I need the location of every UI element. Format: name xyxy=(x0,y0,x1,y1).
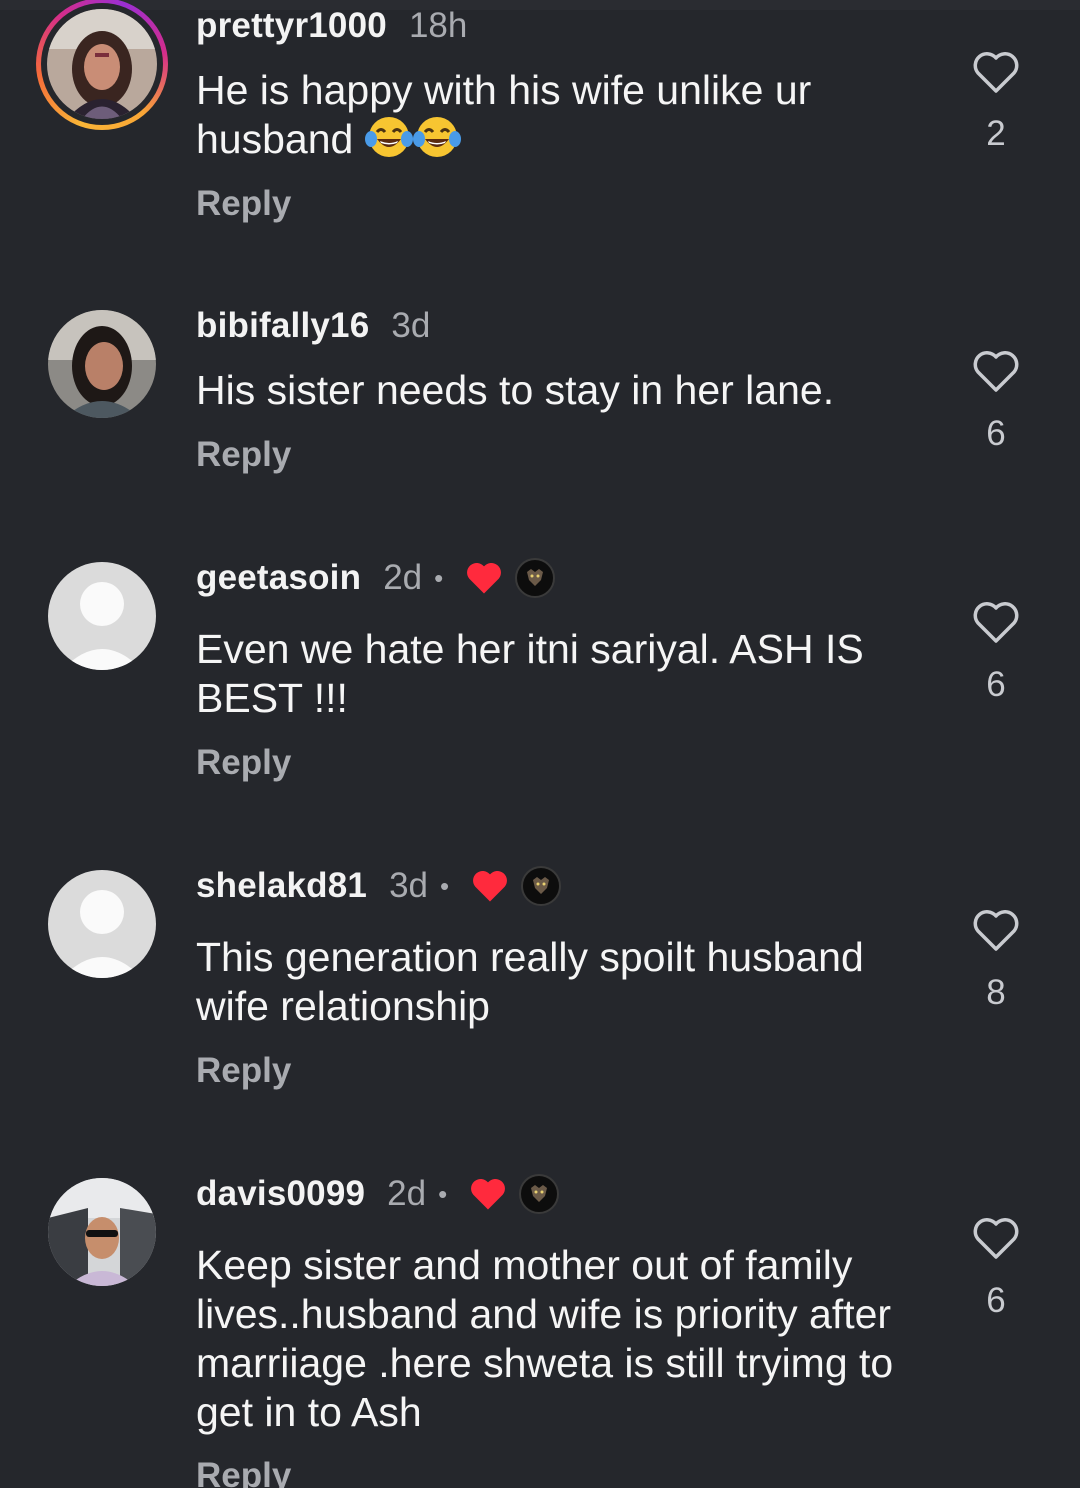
comment-meta: prettyr1000 18h xyxy=(196,4,467,48)
comment-meta: shelakd81 3d • xyxy=(196,864,562,908)
reply-button[interactable]: Reply xyxy=(196,1051,291,1091)
creator-liked-heart-icon xyxy=(471,1178,506,1210)
like-count: 8 xyxy=(986,973,1006,1012)
emoji-group xyxy=(364,116,461,162)
like-count: 6 xyxy=(986,1281,1006,1320)
username[interactable]: davis0099 xyxy=(196,1174,365,1214)
default-avatar-icon[interactable] xyxy=(48,870,156,978)
comment-text: Keep sister and mother out of family liv… xyxy=(196,1242,894,1435)
default-avatar-icon[interactable] xyxy=(48,562,156,670)
username[interactable]: shelakd81 xyxy=(196,866,367,906)
reply-button[interactable]: Reply xyxy=(196,435,291,475)
username[interactable]: prettyr1000 xyxy=(196,6,387,46)
like-count: 6 xyxy=(986,414,1006,453)
creator-avatar-icon xyxy=(515,558,556,598)
like-count: 6 xyxy=(986,665,1006,704)
avatar xyxy=(47,9,157,119)
timestamp: 18h xyxy=(408,6,468,45)
laughing-emoji-icon xyxy=(412,117,461,157)
heart-outline-icon[interactable] xyxy=(972,50,1020,94)
comment-text: His sister needs to stay in her lane. xyxy=(196,367,835,413)
avatar[interactable] xyxy=(48,1178,156,1286)
creator-avatar-icon xyxy=(521,866,562,906)
username[interactable]: bibifally16 xyxy=(196,306,369,346)
creator-avatar-icon xyxy=(519,1174,560,1214)
reply-button[interactable]: Reply xyxy=(196,184,291,224)
separator-dot: • xyxy=(440,870,450,901)
comment-meta: geetasoin 2d • xyxy=(196,556,556,600)
separator-dot: • xyxy=(438,1178,448,1209)
comment-meta: davis0099 2d • xyxy=(196,1172,560,1216)
separator-dot: • xyxy=(434,562,444,593)
username[interactable]: geetasoin xyxy=(196,558,361,598)
heart-outline-icon[interactable] xyxy=(972,600,1020,644)
reply-button[interactable]: Reply xyxy=(196,743,291,783)
comment-text: He is happy with his wife unlike ur husb… xyxy=(196,66,936,164)
timestamp: 3d xyxy=(389,866,429,905)
creator-liked-heart-icon xyxy=(467,562,502,594)
top-divider xyxy=(0,0,1080,10)
timestamp: 3d xyxy=(391,306,431,345)
heart-outline-icon[interactable] xyxy=(972,908,1020,952)
comment-text: Even we hate her itni sariyal. ASH IS BE… xyxy=(196,626,864,721)
comment-text: This generation really spoilt husband wi… xyxy=(196,934,864,1029)
laughing-emoji-icon xyxy=(364,117,413,157)
comment-meta: bibifally16 3d xyxy=(196,304,430,348)
timestamp: 2d xyxy=(383,558,423,597)
heart-outline-icon[interactable] xyxy=(972,349,1020,393)
avatar[interactable] xyxy=(48,310,156,418)
comment-text-body: He is happy with his wife unlike ur husb… xyxy=(196,67,812,162)
avatar-story-ring[interactable] xyxy=(36,0,168,130)
reply-button[interactable]: Reply xyxy=(196,1456,291,1488)
like-count: 2 xyxy=(986,114,1006,153)
timestamp: 2d xyxy=(387,1174,427,1213)
creator-liked-heart-icon xyxy=(473,870,508,902)
heart-outline-icon[interactable] xyxy=(972,1216,1020,1260)
